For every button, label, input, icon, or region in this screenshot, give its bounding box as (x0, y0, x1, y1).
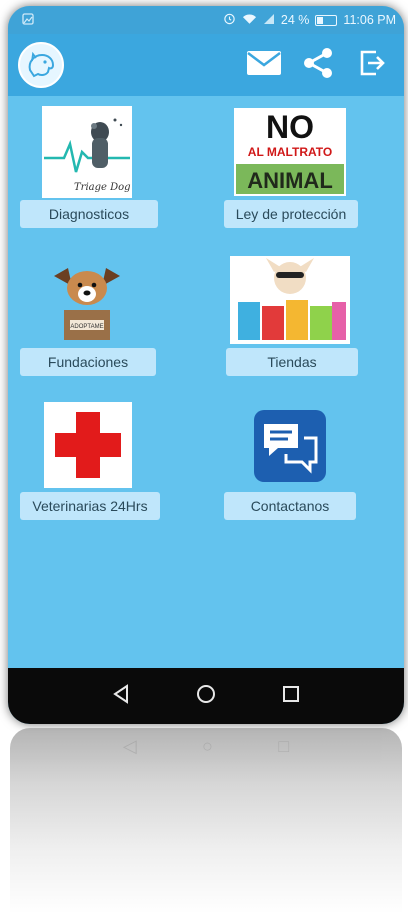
svg-text:ADOPTAME: ADOPTAME (70, 324, 103, 330)
app-bar (8, 34, 404, 96)
tile-label-diagnosticos[interactable]: Diagnosticos (20, 200, 158, 228)
dog-shopping-image[interactable] (230, 256, 350, 344)
tile-label-ley-de-proteccion[interactable]: Ley de protección (224, 200, 358, 228)
status-bar: 24 % 11:06 PM (8, 6, 404, 34)
dog-heartbeat-image[interactable]: Triage Dog (42, 106, 132, 198)
home-icon (196, 684, 216, 709)
status-icons: 24 % 11:06 PM (223, 12, 396, 28)
alarm-icon (223, 12, 236, 28)
tile-label-veterinarias[interactable]: Veterinarias 24Hrs (20, 492, 160, 520)
tile-label-tiendas[interactable]: Tiendas (226, 348, 358, 376)
back-button[interactable] (103, 678, 139, 714)
dog-logo-icon[interactable] (18, 42, 64, 88)
reflected-back-icon: ◁ (122, 736, 137, 756)
system-nav-bar (8, 668, 404, 724)
svg-text:NO: NO (266, 109, 314, 145)
recents-button[interactable] (273, 678, 309, 714)
main-grid: Triage Dog Diagnosticos NO AL MALTRATO A… (8, 96, 404, 668)
phone-screen: 24 % 11:06 PM Triage Dog Diagnosticos NO… (8, 6, 404, 724)
share-button[interactable] (298, 45, 338, 85)
image-icon (22, 12, 34, 28)
status-time: 11:06 PM (343, 13, 396, 27)
share-icon (303, 47, 333, 84)
back-icon (112, 683, 130, 709)
no-maltrato-image[interactable]: NO AL MALTRATO ANIMAL (234, 108, 346, 196)
tile-label-fundaciones[interactable]: Fundaciones (20, 348, 156, 376)
reflection-nav: ◁ ○ □ (10, 736, 402, 757)
signal-icon (263, 13, 275, 28)
battery-percent: 24 % (280, 13, 310, 27)
exit-button[interactable] (352, 45, 392, 85)
dog-box-image[interactable]: ADOPTAME (48, 258, 126, 344)
svg-text:ANIMAL: ANIMAL (247, 168, 333, 193)
phone-reflection: ◁ ○ □ (10, 728, 402, 914)
mail-button[interactable] (244, 45, 284, 85)
reflected-home-icon: ○ (202, 736, 213, 756)
svg-text:AL MALTRATO: AL MALTRATO (248, 145, 332, 159)
battery-icon (315, 14, 338, 26)
reflected-recents-icon: □ (278, 736, 290, 756)
mail-icon (246, 50, 282, 81)
home-button[interactable] (188, 678, 224, 714)
svg-text:Triage Dog: Triage Dog (74, 182, 131, 193)
recents-icon (282, 685, 300, 708)
red-cross-image[interactable] (44, 402, 132, 488)
chat-bubbles-image[interactable] (254, 410, 326, 482)
exit-icon (358, 49, 386, 82)
app-bar-actions (244, 45, 394, 85)
wifi-icon (242, 13, 257, 28)
tile-label-contactanos[interactable]: Contactanos (224, 492, 356, 520)
